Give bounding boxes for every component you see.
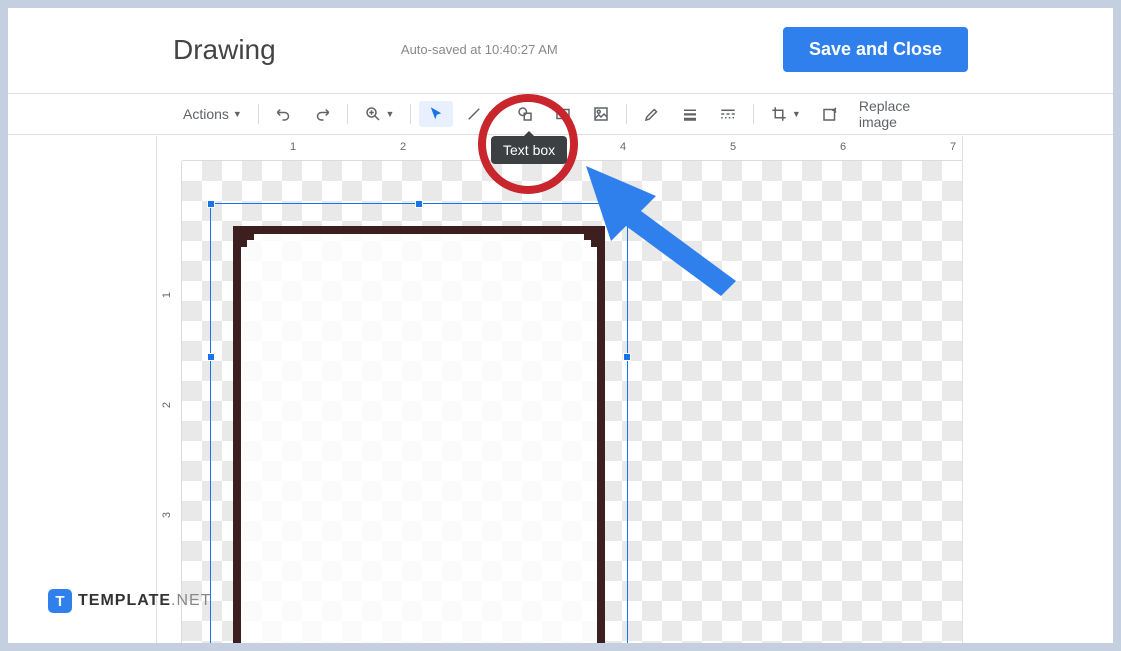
tooltip: Text box	[491, 136, 567, 164]
resize-handle[interactable]	[207, 353, 215, 361]
cursor-icon	[427, 105, 445, 123]
resize-handle[interactable]	[415, 200, 423, 208]
autosave-status: Auto-saved at 10:40:27 AM	[401, 42, 558, 57]
dialog-title: Drawing	[173, 34, 276, 66]
line-tool[interactable]: ▼	[457, 101, 504, 127]
selected-object[interactable]	[210, 203, 628, 643]
divider	[258, 104, 259, 124]
save-and-close-button[interactable]: Save and Close	[783, 27, 968, 72]
watermark-logo-icon: T	[48, 589, 72, 613]
chevron-down-icon: ▼	[792, 109, 801, 119]
border-dash-tool[interactable]	[711, 101, 745, 127]
crop-tool[interactable]: ▼	[762, 101, 809, 127]
divider	[410, 104, 411, 124]
textbox-icon	[554, 105, 572, 123]
crop-icon	[770, 105, 788, 123]
shape-tool[interactable]	[508, 101, 542, 127]
resize-handle[interactable]	[623, 200, 631, 208]
divider	[753, 104, 754, 124]
zoom-button[interactable]: ▼	[356, 101, 403, 127]
shape-icon	[516, 105, 534, 123]
divider	[347, 104, 348, 124]
ruler-horizontal: 1 2 3 4 5 6 7	[182, 136, 962, 161]
toolbar: Actions ▼ ▼ ▼	[8, 93, 1113, 135]
watermark: T TEMPLATE.NET	[48, 589, 211, 613]
canvas-area[interactable]: 1 2 3 4 5 6 7 1 2 3	[156, 136, 963, 643]
redo-icon	[313, 105, 331, 123]
frame-corner	[233, 226, 268, 261]
ruler-vertical: 1 2 3	[157, 161, 182, 643]
resize-handle[interactable]	[207, 200, 215, 208]
watermark-text: TEMPLATE.NET	[78, 592, 211, 610]
frame-corner	[570, 226, 605, 261]
line-dash-icon	[719, 105, 737, 123]
redo-button[interactable]	[305, 101, 339, 127]
undo-button[interactable]	[267, 101, 301, 127]
chevron-down-icon: ▼	[386, 109, 395, 119]
reset-image-tool[interactable]	[813, 101, 847, 127]
pen-icon	[643, 105, 661, 123]
chevron-down-icon: ▼	[233, 109, 242, 119]
canvas-background	[182, 161, 962, 643]
replace-image-button[interactable]: Replace image	[851, 94, 946, 134]
line-icon	[465, 105, 483, 123]
textbox-tool[interactable]	[546, 101, 580, 127]
header: Drawing Auto-saved at 10:40:27 AM Save a…	[8, 8, 1113, 73]
reset-image-icon	[821, 105, 839, 123]
image-icon	[592, 105, 610, 123]
divider	[626, 104, 627, 124]
chevron-down-icon: ▼	[487, 109, 496, 119]
image-tool[interactable]	[584, 101, 618, 127]
decorative-frame	[233, 226, 605, 643]
resize-handle[interactable]	[623, 353, 631, 361]
border-weight-tool[interactable]	[673, 101, 707, 127]
actions-menu[interactable]: Actions ▼	[175, 102, 250, 126]
undo-icon	[275, 105, 293, 123]
select-tool[interactable]	[419, 101, 453, 127]
line-weight-icon	[681, 105, 699, 123]
border-color-tool[interactable]	[635, 101, 669, 127]
zoom-icon	[364, 105, 382, 123]
